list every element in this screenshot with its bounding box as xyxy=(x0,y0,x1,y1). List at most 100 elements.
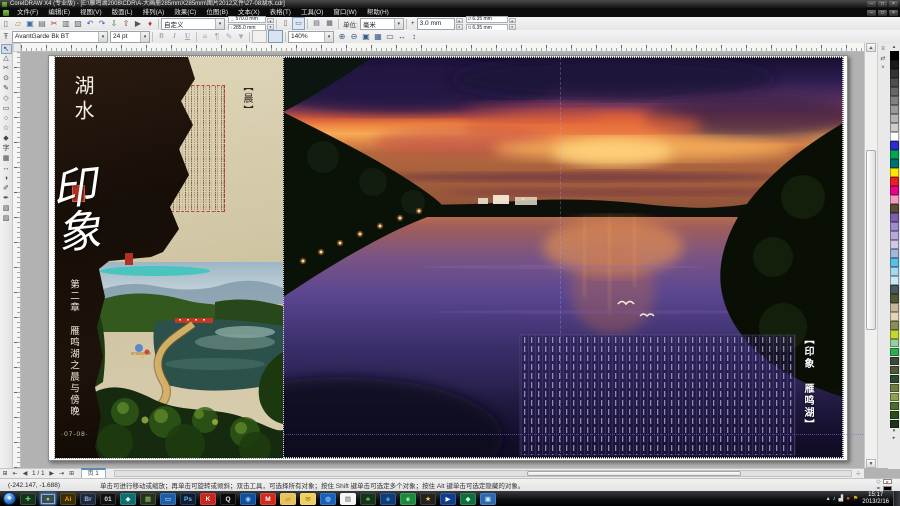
palette-color-27[interactable] xyxy=(890,294,899,303)
view-normal-button[interactable] xyxy=(252,30,267,43)
guideline-horizontal[interactable] xyxy=(283,434,864,435)
font-select[interactable]: AvantGarde Bk BT▾ xyxy=(12,31,108,43)
nudge-spinner[interactable]: ▴▾ xyxy=(456,18,463,30)
palette-color-6[interactable] xyxy=(890,105,899,114)
menu-item[interactable]: 视图(V) xyxy=(75,8,107,17)
palette-color-13[interactable] xyxy=(890,168,899,177)
app-photos[interactable]: ▣ xyxy=(480,493,496,505)
dropdown-arrow-icon[interactable]: ▾ xyxy=(98,32,107,42)
palette-color-8[interactable] xyxy=(890,123,899,132)
duplicate-spinner[interactable]: ▴▾ xyxy=(509,18,516,30)
add-page-button-2[interactable]: ⊞ xyxy=(67,470,77,477)
menu-item[interactable]: 帮助(H) xyxy=(362,8,394,17)
palette-color-11[interactable] xyxy=(890,150,899,159)
print-button[interactable]: ▤ xyxy=(36,18,48,29)
prev-page-button[interactable]: ◀ xyxy=(20,470,30,477)
palette-color-25[interactable] xyxy=(890,276,899,285)
menu-item[interactable]: 表格(T) xyxy=(265,8,296,17)
palette-color-24[interactable] xyxy=(890,267,899,276)
palette-color-40[interactable] xyxy=(890,411,899,420)
vertical-scroll-thumb[interactable] xyxy=(866,150,876,330)
palette-color-1[interactable] xyxy=(890,60,899,69)
zoom-tool-icon-1[interactable]: ⊖ xyxy=(348,31,360,42)
scroll-down-arrow[interactable]: ▼ xyxy=(866,459,876,468)
palette-color-41[interactable] xyxy=(890,420,899,429)
view-enhanced-button[interactable] xyxy=(268,30,283,43)
title-hushui[interactable]: 湖水 xyxy=(68,75,97,145)
app-gem[interactable]: ◆ xyxy=(460,493,476,505)
palette-color-4[interactable] xyxy=(890,87,899,96)
app-kplayer[interactable]: K xyxy=(200,493,216,505)
table-tool[interactable]: ▦ xyxy=(1,154,12,164)
bold-button[interactable]: B xyxy=(155,30,168,43)
first-page-button[interactable]: ⇤ xyxy=(10,470,20,477)
app-safe[interactable]: ✚ xyxy=(20,493,36,505)
palette-up-arrow[interactable]: ▴ xyxy=(893,44,896,51)
app-media[interactable]: ◆ xyxy=(120,493,136,505)
facing-pages-button[interactable]: ▦ xyxy=(323,17,336,30)
menu-item[interactable]: 工具(O) xyxy=(296,8,328,17)
text-misc-icon-1[interactable]: ¶ xyxy=(211,31,223,42)
paste-button[interactable]: ▨ xyxy=(72,18,84,29)
docker-expand-icon[interactable]: ⇄ xyxy=(880,55,885,62)
palette-color-17[interactable] xyxy=(890,204,899,213)
text-misc-icon-3[interactable]: ▼ xyxy=(235,31,247,42)
palette-color-10[interactable] xyxy=(890,141,899,150)
sunset-lake-photo[interactable] xyxy=(283,57,843,458)
menu-item[interactable]: 文件(F) xyxy=(12,8,43,17)
taskbar-clock[interactable]: 15:17 2013/2/16 xyxy=(862,492,889,505)
scroll-up-arrow[interactable]: ▲ xyxy=(866,43,876,52)
app-mail[interactable]: ✉ xyxy=(300,493,316,505)
paper-preset-select[interactable]: 自定义▾ xyxy=(161,18,225,30)
dropdown-arrow-icon[interactable]: ▾ xyxy=(324,32,333,42)
palette-color-26[interactable] xyxy=(890,285,899,294)
palette-color-34[interactable] xyxy=(890,357,899,366)
menu-item[interactable]: 效果(C) xyxy=(169,8,201,17)
palette-color-2[interactable] xyxy=(890,69,899,78)
menu-item[interactable]: 版面(L) xyxy=(107,8,138,17)
app-m[interactable]: M xyxy=(260,493,276,505)
ellipse-tool[interactable]: ○ xyxy=(1,114,12,124)
pan-zoom-corner[interactable]: ⊹ xyxy=(852,471,864,477)
interactive-fill-tool[interactable]: ▨ xyxy=(1,214,12,224)
app-coreldraw[interactable]: ● xyxy=(40,493,56,505)
tray-icon-4[interactable]: ⚑ xyxy=(853,495,858,502)
app-panel[interactable]: ▦ xyxy=(140,493,156,505)
lake-day-photo[interactable] xyxy=(95,262,283,458)
palette-color-35[interactable] xyxy=(890,366,899,375)
font-size-select[interactable]: 24 pt▾ xyxy=(110,31,150,43)
open-button[interactable]: ▱ xyxy=(12,18,24,29)
drawing-canvas[interactable]: 湖水 印象 第二章 雁鸣湖之晨与傍晚 ·07-08· 【晨】 xyxy=(21,52,864,468)
outline-pen-tool[interactable]: ✒ xyxy=(1,194,12,204)
palette-color-29[interactable] xyxy=(890,312,899,321)
basic-shapes-tool[interactable]: ◆ xyxy=(1,134,12,144)
doc-close-button[interactable]: × xyxy=(889,10,898,16)
palette-color-21[interactable] xyxy=(890,240,899,249)
duplicate-x-field[interactable]: ⇄6.35 mm xyxy=(466,16,508,24)
eyedropper-tool[interactable]: ✐ xyxy=(1,184,12,194)
app-globe[interactable]: ◍ xyxy=(320,493,336,505)
palette-color-30[interactable] xyxy=(890,321,899,330)
zoom-tool-icon-2[interactable]: ▣ xyxy=(360,31,372,42)
palette-color-28[interactable] xyxy=(890,303,899,312)
palette-color-5[interactable] xyxy=(890,96,899,105)
close-button[interactable]: × xyxy=(889,1,898,7)
zoom-tool-icon-3[interactable]: ▦ xyxy=(372,31,384,42)
redo-button[interactable]: ↷ xyxy=(96,18,108,29)
guideline-vertical-2[interactable] xyxy=(560,57,561,458)
tray-icon-0[interactable]: ▴ xyxy=(827,495,830,502)
portrait-button[interactable]: ▯ xyxy=(279,17,292,30)
app-green-e[interactable]: e xyxy=(400,493,416,505)
app-folder[interactable]: ▱ xyxy=(280,493,296,505)
app-doc[interactable]: ▤ xyxy=(340,493,356,505)
palette-color-3[interactable] xyxy=(890,78,899,87)
nudge-field[interactable]: 3.0 mm xyxy=(417,18,455,30)
app-illustrator[interactable]: Ai xyxy=(60,493,76,505)
zoom-tool-icon-0[interactable]: ⊕ xyxy=(336,31,348,42)
fill-swatch[interactable]: ✕ xyxy=(883,479,892,484)
landscape-button[interactable]: ▭ xyxy=(292,17,305,30)
guideline-vertical-1[interactable] xyxy=(283,57,284,458)
dimension-tool[interactable]: ↔ xyxy=(1,164,12,174)
cut-button[interactable]: ✂ xyxy=(48,18,60,29)
dropdown-arrow-icon[interactable]: ▾ xyxy=(394,19,403,29)
